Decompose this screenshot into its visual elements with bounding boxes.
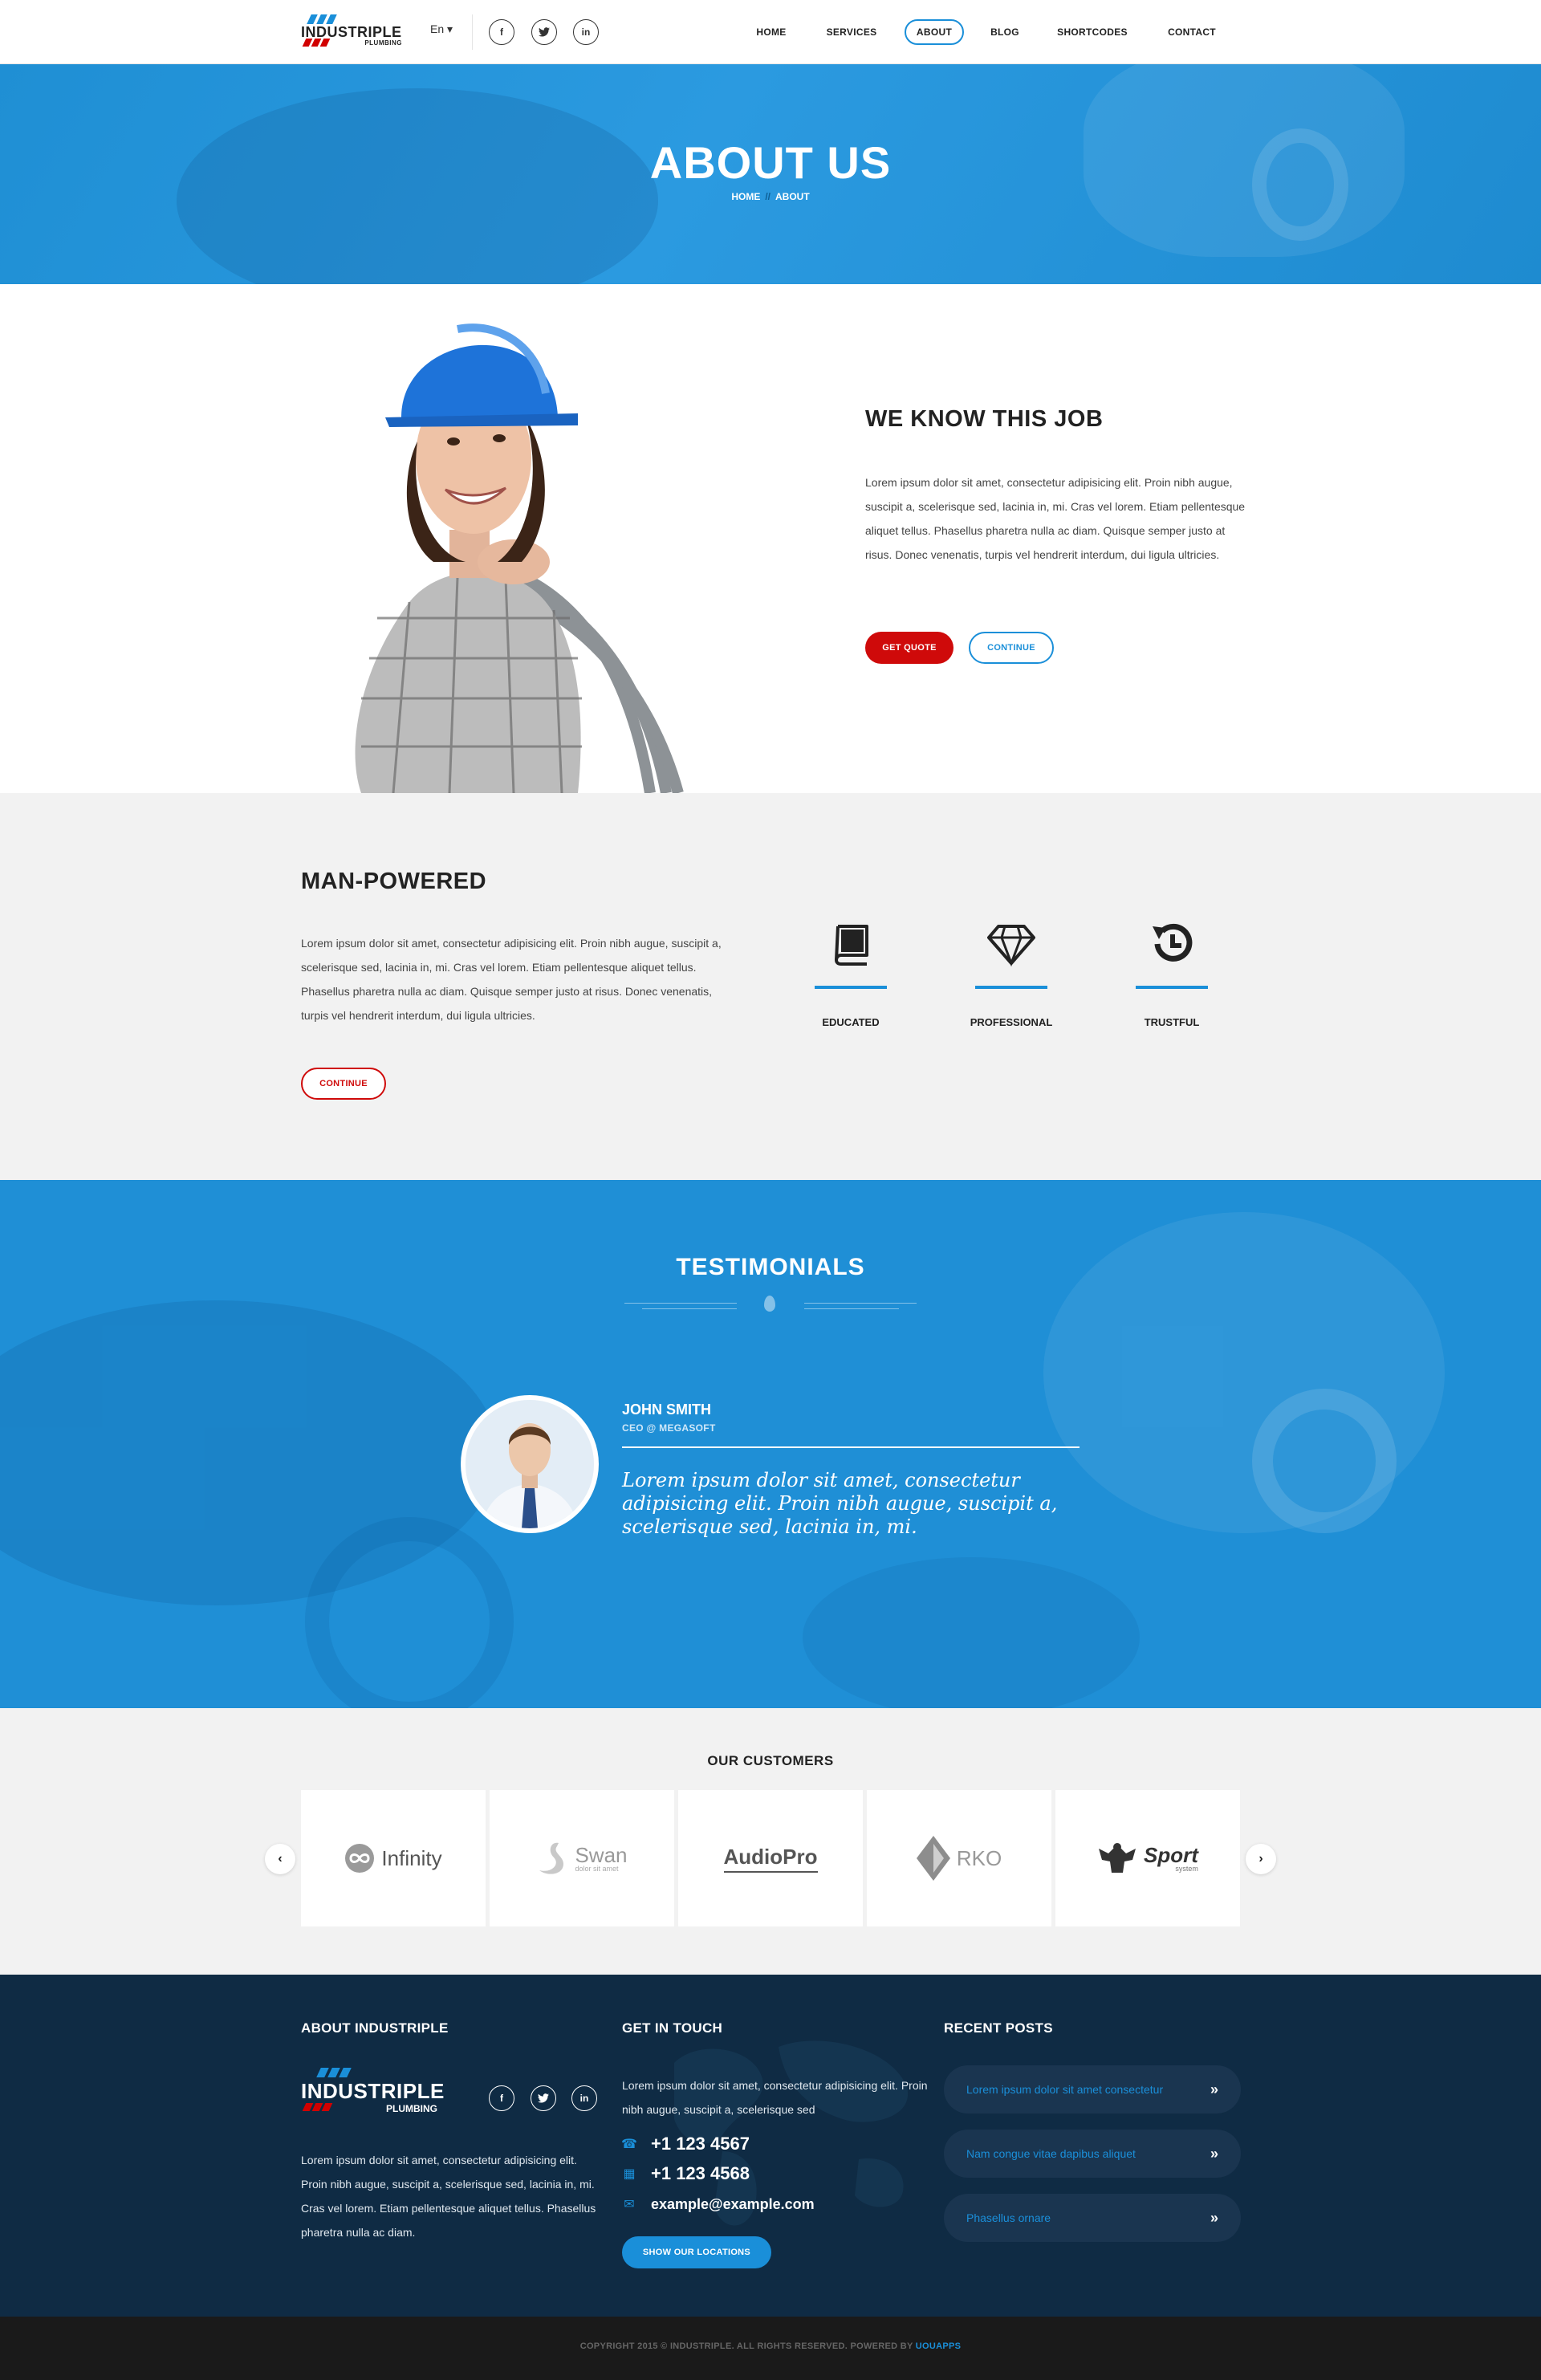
site-footer [0, 1975, 1541, 2317]
man-powered-text: Lorem ipsum dolor sit amet, consectetur … [301, 937, 722, 1022]
phone-icon: ☎ [621, 2138, 637, 2151]
nav-shortcodes[interactable]: SHORTCODES [1047, 19, 1137, 45]
book-icon [835, 925, 868, 966]
footer-contact-text: Lorem ipsum dolor sit amet, consectetur … [622, 2079, 928, 2116]
recent-post-1[interactable]: Lorem ipsum dolor sit amet consectetur» [944, 2065, 1241, 2114]
contact-phone-2[interactable]: ▦ +1 123 4568 [622, 2162, 750, 2186]
linkedin-icon[interactable]: in [573, 19, 599, 45]
testimonial-quote: Lorem ipsum dolor sit amet, consectetur … [622, 1469, 1058, 1538]
worker-photo [355, 323, 684, 793]
customers-next-button[interactable]: › [1246, 1844, 1276, 1874]
breadcrumb-current: ABOUT [775, 191, 810, 202]
customer-logo-infinity[interactable]: Infinity [301, 1790, 486, 1926]
copyright-text: COPYRIGHT 2015 © INDUSTRIPLE. ALL RIGHTS… [579, 2341, 962, 2351]
man-powered-section [0, 793, 1541, 1180]
footer-contact-heading: GET IN TOUCH [622, 2020, 723, 2036]
get-quote-button[interactable]: GET QUOTE [865, 632, 953, 664]
nav-about[interactable]: ABOUT [905, 19, 964, 45]
feature-educated: EDUCATED [795, 920, 907, 1040]
breadcrumb-home[interactable]: HOME [731, 191, 760, 202]
facebook-icon[interactable]: f [489, 19, 514, 45]
recent-post-2[interactable]: Nam congue vitae dapibus aliquet» [944, 2130, 1241, 2178]
page-hero: ABOUT US HOME // ABOUT [0, 64, 1541, 284]
logo-subtitle: PLUMBING [364, 39, 402, 47]
footer-about-text: Lorem ipsum dolor sit amet, consectetur … [301, 2154, 596, 2239]
footer-logo[interactable]: INDUSTRIPLE PLUMBING [301, 2068, 461, 2116]
nav-home[interactable]: HOME [746, 19, 796, 45]
contact-phone-1[interactable]: ☎ +1 123 4567 [621, 2132, 750, 2156]
footer-twitter-icon[interactable] [531, 2085, 556, 2111]
water-drop-icon [764, 1296, 775, 1312]
chevron-right-icon: › [1258, 1852, 1263, 1865]
testimonials-heading: TESTIMONIALS [676, 1254, 865, 1280]
customer-logo-sport[interactable]: Sport system [1055, 1790, 1240, 1926]
nav-contact[interactable]: CONTACT [1157, 19, 1226, 45]
sport-icon [1099, 1843, 1136, 1873]
footer-about-heading: ABOUT INDUSTRIPLE [301, 2020, 449, 2036]
feature-label: EDUCATED [822, 1016, 880, 1028]
testimonial-avatar [461, 1395, 599, 1533]
chevron-left-icon: ‹ [278, 1852, 283, 1865]
customers-heading: OUR CUSTOMERS [707, 1753, 834, 1768]
envelope-icon: ✉ [624, 2198, 635, 2211]
footer-facebook-icon[interactable]: f [489, 2085, 514, 2111]
swan-icon [539, 1842, 564, 1874]
fax-icon: ▦ [623, 2167, 636, 2181]
feature-label: TRUSTFUL [1144, 1016, 1200, 1028]
man-powered-continue-button[interactable]: CONTINUE [301, 1068, 386, 1100]
nav-blog[interactable]: BLOG [983, 19, 1027, 45]
site-logo[interactable]: INDUSTRIPLE PLUMBING [301, 14, 405, 48]
customer-logo-rko[interactable]: RKO [867, 1790, 1051, 1926]
breadcrumb: HOME // ABOUT [0, 191, 1541, 202]
twitter-icon[interactable] [531, 19, 557, 45]
double-chevron-right-icon: » [1210, 2081, 1218, 2097]
powered-by-link[interactable]: UOUAPPS [916, 2341, 962, 2351]
breadcrumb-separator: // [765, 191, 770, 202]
customers-prev-button[interactable]: ‹ [265, 1844, 295, 1874]
double-chevron-right-icon: » [1210, 2209, 1218, 2226]
footer-posts-heading: RECENT POSTS [944, 2020, 1053, 2036]
customer-logo-swan[interactable]: Swan dolor sit amet [490, 1790, 674, 1926]
contact-email[interactable]: ✉ example@example.com [622, 2192, 814, 2216]
diamond-icon [987, 925, 1035, 967]
man-powered-heading: MAN-POWERED [301, 869, 487, 894]
testimonials-section: TESTIMONIALS JOHN SMITH CEO @ MEGASOFT L… [0, 1180, 1541, 1708]
job-text: Lorem ipsum dolor sit amet, consectetur … [865, 476, 1246, 561]
job-heading: WE KNOW THIS JOB [865, 406, 1104, 432]
footer-logo-wordmark: INDUSTRIPLE [301, 2079, 445, 2103]
footer-logo-subtitle: PLUMBING [386, 2103, 437, 2114]
job-continue-button[interactable]: CONTINUE [969, 632, 1054, 664]
language-selector[interactable]: En ▾ [430, 22, 453, 36]
feature-label: PROFESSIONAL [970, 1016, 1053, 1028]
double-chevron-right-icon: » [1210, 2145, 1218, 2162]
show-locations-button[interactable]: SHOW OUR LOCATIONS [622, 2236, 771, 2268]
testimonial-name: JOHN SMITH [622, 1402, 712, 1418]
feature-professional: PROFESSIONAL [955, 920, 1067, 1040]
testimonial-role: CEO @ MEGASOFT [622, 1422, 716, 1434]
rko-icon [916, 1836, 950, 1881]
history-icon [1153, 923, 1193, 962]
infinity-icon [345, 1844, 375, 1873]
site-header: INDUSTRIPLE PLUMBING En ▾ f in HOME SERV… [0, 0, 1541, 64]
recent-post-3[interactable]: Phasellus ornare» [944, 2194, 1241, 2242]
nav-services[interactable]: SERVICES [819, 19, 884, 45]
footer-linkedin-icon[interactable]: in [571, 2085, 597, 2111]
page-title: ABOUT US [649, 137, 892, 188]
customer-logo-audiopro[interactable]: AudioPro [678, 1790, 863, 1926]
feature-trustful: TRUSTFUL [1116, 920, 1228, 1040]
